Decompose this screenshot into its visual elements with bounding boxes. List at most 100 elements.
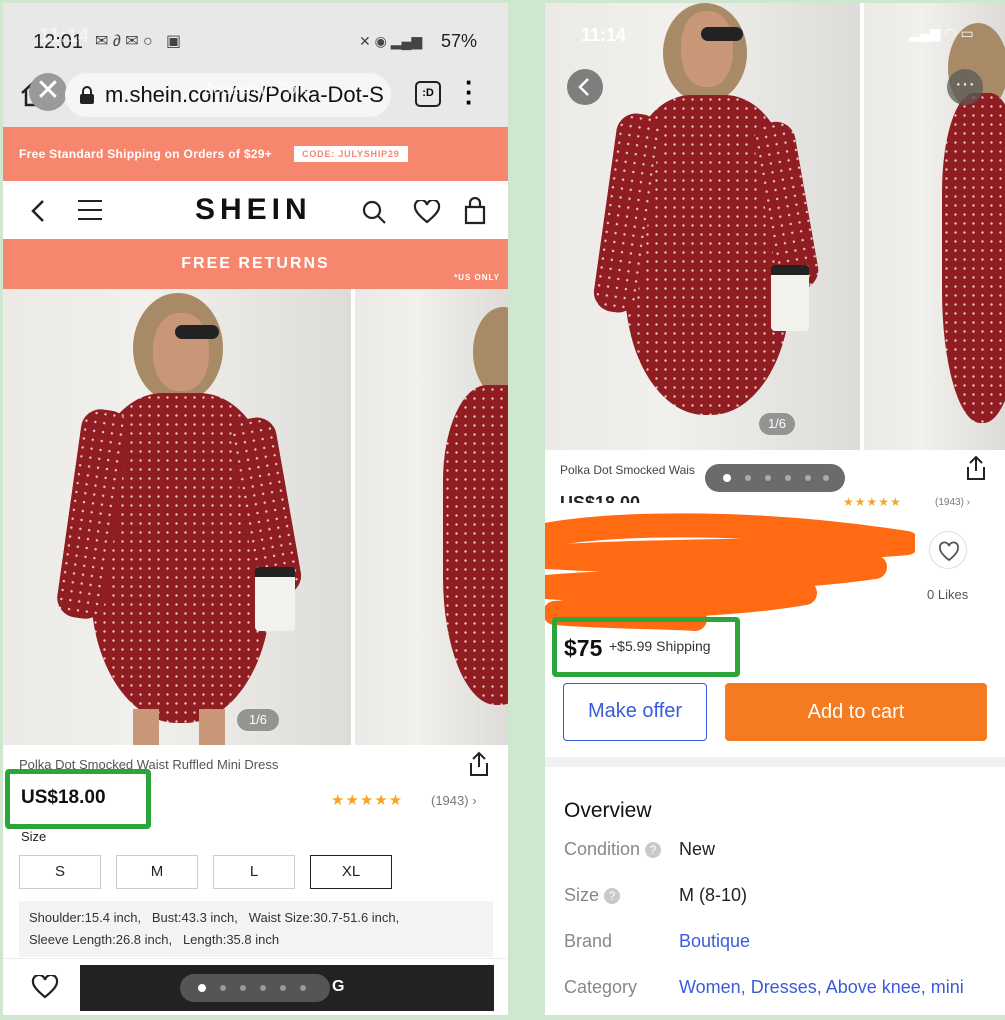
share-icon[interactable] bbox=[965, 455, 987, 481]
cart-bar-text: G bbox=[332, 978, 345, 995]
brand-link[interactable]: Boutique bbox=[679, 931, 750, 952]
listing-photo-next bbox=[864, 3, 1005, 450]
menu-dots-icon[interactable]: · · · bbox=[465, 69, 474, 115]
make-offer-button[interactable]: Make offer bbox=[563, 683, 707, 741]
measure-label: Sleeve Length: bbox=[29, 932, 116, 947]
add-to-cart-button[interactable]: Add to cart bbox=[725, 683, 987, 741]
shein-logo[interactable]: SHEIN bbox=[195, 193, 312, 227]
tab-switcher-button[interactable]: :D bbox=[415, 81, 441, 107]
battery-level: 57% bbox=[441, 31, 478, 51]
wishlist-heart-icon[interactable] bbox=[31, 975, 59, 999]
measure-value: 26.8 inch, bbox=[115, 932, 173, 947]
heart-icon[interactable] bbox=[413, 200, 441, 224]
image-counter: 1/6 bbox=[759, 413, 795, 435]
browser-url-row: ✕ m.shein.com/us/Polka-Dot-S Zoeken in F… bbox=[3, 59, 508, 127]
star-icon: ★★★★★ bbox=[331, 792, 404, 809]
overview-row-category: Category Women, Dresses, Above knee, min… bbox=[564, 977, 984, 998]
measure-value: 43.3 inch, bbox=[181, 910, 238, 925]
status-time: 11:14 bbox=[581, 25, 627, 45]
model-face bbox=[681, 11, 733, 87]
shein-nav-bar: SHEIN bbox=[3, 181, 508, 239]
size-option-xl[interactable]: XL bbox=[310, 855, 392, 889]
search-icon[interactable] bbox=[361, 199, 387, 225]
hamburger-icon[interactable] bbox=[77, 199, 103, 221]
measure-value: 35.8 inch bbox=[226, 932, 280, 947]
overview-label: Category bbox=[564, 977, 638, 997]
notification-icons: ✉ ∂ ✉ ○ ▣ bbox=[95, 33, 182, 50]
bag-icon[interactable] bbox=[463, 197, 487, 225]
size-option-m[interactable]: M bbox=[116, 855, 198, 889]
price-highlight-box bbox=[552, 617, 740, 677]
sunglasses bbox=[701, 27, 743, 41]
overview-row-size: Size ? M (8-10) bbox=[564, 885, 984, 906]
close-icon[interactable]: ✕ bbox=[29, 73, 67, 111]
measure-label: Bust: bbox=[151, 910, 182, 925]
sunglasses bbox=[175, 325, 219, 339]
coffee-cup bbox=[771, 265, 809, 331]
model-leg bbox=[199, 709, 225, 745]
redaction-scribble bbox=[545, 513, 915, 631]
like-button[interactable] bbox=[929, 531, 967, 569]
product-photo-main: 1/6 bbox=[3, 289, 351, 745]
add-to-bag-button[interactable]: G bbox=[80, 965, 494, 1011]
carousel-dots bbox=[705, 464, 845, 492]
shein-screenshot: 12:01 11:14 ✉ ∂ ✉ ○ ▣ ✕ ◉ ▂▄▆ 57% ✕ m.sh… bbox=[3, 3, 508, 1015]
product-photo-next bbox=[355, 289, 508, 745]
coffee-cup bbox=[255, 567, 295, 631]
heart-icon bbox=[939, 541, 959, 562]
image-counter: 1/6 bbox=[237, 709, 279, 731]
us-only-note: *US ONLY bbox=[454, 273, 500, 282]
promo-code: CODE: JULYSHIP29 bbox=[294, 146, 408, 162]
signal-icons: ▂▄▆ ◠ ▭ bbox=[909, 25, 974, 41]
rating-count: (1943) › bbox=[935, 497, 971, 508]
measure-value: 30.7-51.6 inch, bbox=[313, 910, 400, 925]
share-icon[interactable] bbox=[467, 751, 491, 777]
free-returns-banner[interactable]: FREE RETURNS *US ONLY bbox=[3, 239, 508, 289]
measure-value: 15.4 inch, bbox=[84, 910, 142, 925]
overview-row-condition: Condition ? New bbox=[564, 839, 984, 860]
likes-count: 0 Likes bbox=[927, 587, 969, 602]
size-option-s[interactable]: S bbox=[19, 855, 101, 889]
model-leg bbox=[133, 709, 159, 745]
size-label: Size bbox=[21, 829, 47, 844]
status-time-overlay: 11:14 bbox=[39, 25, 90, 47]
lock-icon bbox=[80, 86, 94, 104]
overview-label: Brand bbox=[564, 931, 613, 951]
overview-value: M (8-10) bbox=[679, 885, 748, 905]
model-hair bbox=[473, 307, 508, 397]
overview-value: New bbox=[679, 839, 716, 859]
carousel-dots bbox=[180, 974, 330, 1002]
overview-heading: Overview bbox=[564, 799, 652, 822]
model-dress bbox=[942, 93, 1005, 423]
listing-price-partial: US$18.00 bbox=[560, 493, 641, 503]
size-measurements: Shoulder:15.4 inch, Bust:43.3 inch, Wais… bbox=[19, 901, 493, 957]
measure-label: Shoulder: bbox=[29, 910, 85, 925]
back-button[interactable] bbox=[567, 69, 603, 105]
section-divider bbox=[545, 757, 1005, 767]
bottom-action-bar: G bbox=[3, 958, 508, 1015]
size-option-l[interactable]: L bbox=[213, 855, 295, 889]
category-link[interactable]: Women, Dresses, Above knee, mini bbox=[679, 977, 964, 998]
product-image-carousel[interactable]: 1/6 bbox=[3, 289, 508, 745]
listing-title: Polka Dot Smocked Wais bbox=[560, 463, 695, 477]
measure-label: Length: bbox=[182, 932, 227, 947]
resale-app-screenshot: 1/6 11:14 ▂▄▆ ◠ ▭ ··· Polka Dot Smocked … bbox=[545, 3, 1005, 1015]
help-icon[interactable]: ? bbox=[645, 842, 662, 859]
overview-label: Condition bbox=[564, 839, 641, 859]
model-dress bbox=[443, 385, 508, 705]
free-returns-text: FREE RETURNS bbox=[181, 255, 330, 272]
price-highlight-box bbox=[5, 769, 151, 829]
rating-count[interactable]: (1943) › bbox=[431, 793, 477, 808]
measure-label: Waist Size: bbox=[248, 910, 314, 925]
promo-text: Free Standard Shipping on Orders of $29+ bbox=[19, 147, 273, 161]
status-bar: 12:01 11:14 ✉ ∂ ✉ ○ ▣ ✕ ◉ ▂▄▆ 57% bbox=[3, 3, 508, 59]
overview-label: Size bbox=[564, 885, 600, 905]
listing-photo-carousel[interactable]: 1/6 11:14 ▂▄▆ ◠ ▭ ··· bbox=[545, 3, 1005, 450]
back-icon bbox=[578, 78, 589, 96]
promo-banner[interactable]: Free Standard Shipping on Orders of $29+… bbox=[3, 127, 508, 181]
star-icon: ★★★★★ bbox=[843, 495, 902, 509]
help-icon[interactable]: ? bbox=[604, 888, 621, 905]
more-options-icon[interactable]: ··· bbox=[947, 69, 983, 105]
signal-icons: ✕ ◉ ▂▄▆ bbox=[359, 33, 423, 49]
back-icon[interactable] bbox=[29, 199, 47, 223]
